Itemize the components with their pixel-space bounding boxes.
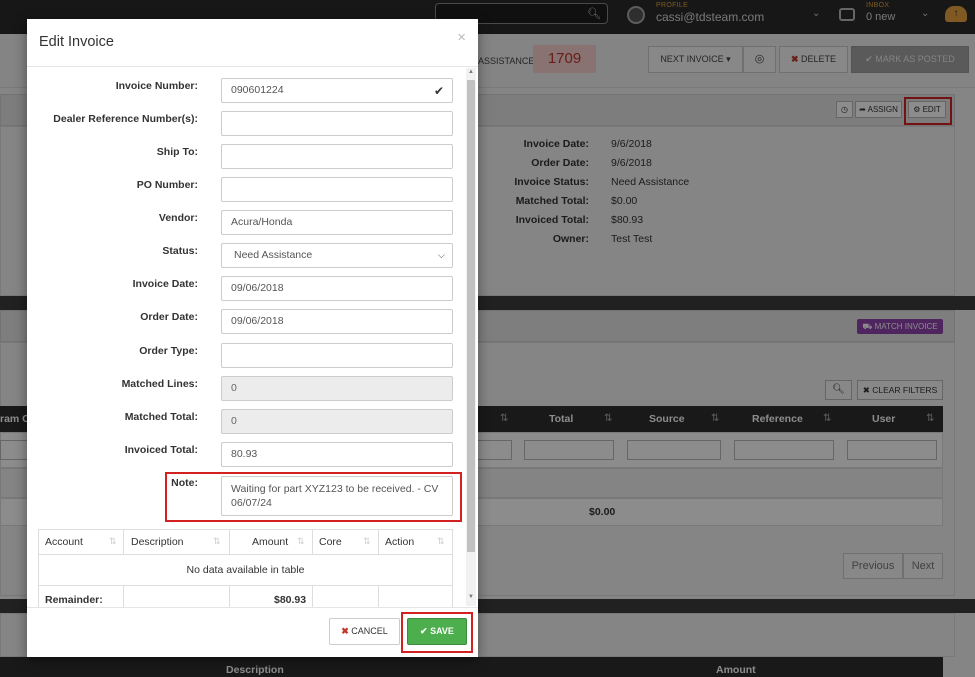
vendor-input[interactable]: Acura/Honda (221, 210, 453, 235)
order-date-label: Order Date: (140, 311, 198, 323)
column-header-core[interactable]: Core (319, 536, 342, 548)
edit-invoice-modal: Edit Invoice × ▲ ▼ Invoice Number: 09060… (27, 19, 478, 657)
po-number-label: PO Number: (136, 179, 198, 191)
save-highlight-box (401, 612, 473, 653)
sort-icon[interactable]: ⇅ (363, 536, 371, 547)
modal-title: Edit Invoice (39, 34, 114, 50)
x-icon: ✖ (341, 626, 349, 636)
invoiced-total-input[interactable]: 80.93 (221, 442, 453, 467)
modal-header: Edit Invoice × (27, 19, 478, 67)
sort-icon[interactable]: ⇅ (109, 536, 117, 547)
ship-to-label: Ship To: (156, 146, 198, 158)
sort-icon[interactable]: ⇅ (297, 536, 305, 547)
invoice-number-input[interactable]: 090601224 (221, 78, 453, 103)
invoice-date-input[interactable]: 09/06/2018 (221, 276, 453, 301)
order-type-label: Order Type: (139, 345, 198, 357)
scroll-up-arrow[interactable]: ▲ (467, 69, 475, 75)
status-select[interactable]: Need Assistance (221, 243, 453, 268)
column-header-description[interactable]: Description (131, 536, 184, 548)
matched-total-field: 0 (221, 409, 453, 434)
cancel-label: CANCEL (351, 626, 388, 636)
checkmark-icon: ✔ (434, 84, 445, 98)
dealer-reference-input[interactable] (221, 111, 453, 136)
empty-table-message: No data available in table (38, 555, 453, 586)
column-header-amount[interactable]: Amount (252, 536, 288, 548)
column-divider (229, 529, 230, 555)
column-divider (123, 586, 124, 608)
column-divider (229, 586, 230, 608)
order-type-input[interactable] (221, 343, 453, 368)
sort-icon[interactable]: ⇅ (213, 536, 221, 547)
order-date-input[interactable]: 09/06/2018 (221, 309, 453, 334)
column-header-action[interactable]: Action (385, 536, 414, 548)
column-divider (378, 586, 379, 608)
column-divider (312, 586, 313, 608)
matched-total-label: Matched Total: (124, 411, 198, 423)
remainder-label: Remainder: (45, 594, 103, 606)
cancel-button[interactable]: ✖ CANCEL (329, 618, 400, 645)
ship-to-input[interactable] (221, 144, 453, 169)
matched-lines-field: 0 (221, 376, 453, 401)
invoice-date-label: Invoice Date: (132, 278, 198, 290)
dealer-reference-label: Dealer Reference Number(s): (53, 113, 198, 125)
invoiced-total-label: Invoiced Total: (124, 444, 198, 456)
scrollbar-thumb[interactable] (467, 80, 475, 552)
column-divider (123, 529, 124, 555)
matched-lines-label: Matched Lines: (121, 378, 198, 390)
sort-icon[interactable]: ⇅ (437, 536, 445, 547)
status-label: Status: (162, 245, 198, 257)
close-icon[interactable]: × (457, 29, 466, 46)
scroll-down-arrow[interactable]: ▼ (467, 594, 475, 600)
column-header-account[interactable]: Account (45, 536, 83, 548)
note-highlight-box (165, 472, 462, 522)
invoice-number-label: Invoice Number: (115, 80, 198, 92)
vendor-label: Vendor: (158, 212, 198, 224)
chevron-down-icon[interactable]: ⌵ (438, 250, 445, 261)
remainder-value: $80.93 (274, 594, 307, 606)
po-number-input[interactable] (221, 177, 453, 202)
column-divider (378, 529, 379, 555)
column-divider (312, 529, 313, 555)
